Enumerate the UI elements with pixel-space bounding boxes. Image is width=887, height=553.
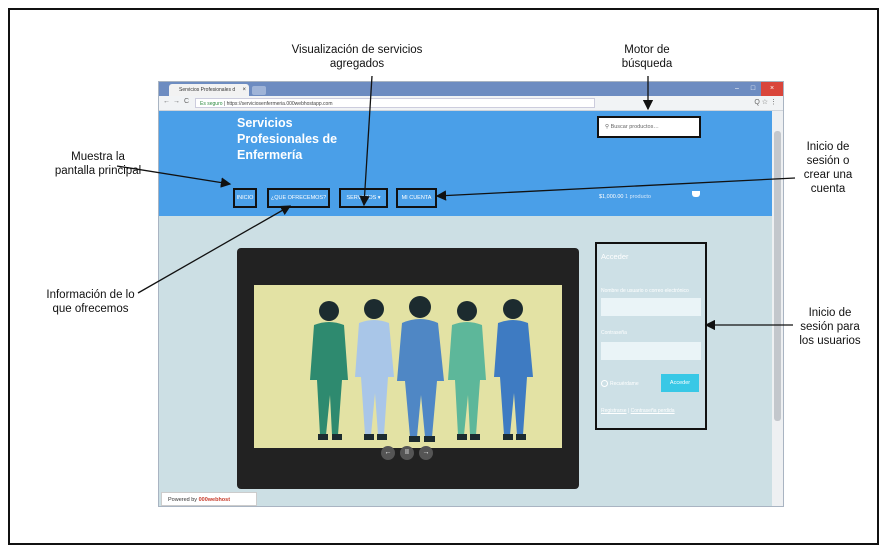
reload-icon[interactable]: C bbox=[184, 98, 189, 105]
menu-inicio[interactable]: INICIO bbox=[233, 188, 257, 208]
image-slider: ← II → bbox=[237, 248, 579, 489]
username-input[interactable] bbox=[601, 298, 701, 316]
annotation-usuarios: Inicio de sesión para los usuarios bbox=[799, 307, 861, 347]
browser-window: Servicios Profesionales d × – □ × ← → C E… bbox=[158, 81, 784, 507]
login-button[interactable]: Acceder bbox=[661, 374, 699, 392]
remember-checkbox[interactable]: Recuérdame bbox=[601, 380, 639, 387]
cart-total: $1,000.00 bbox=[599, 194, 624, 200]
back-icon[interactable]: ← bbox=[163, 98, 170, 105]
browser-tools[interactable]: Q ☆ ⋮ bbox=[754, 98, 777, 106]
annotation-principal: Muestra la pantalla principal bbox=[54, 151, 142, 177]
browser-tab[interactable]: Servicios Profesionales d × bbox=[169, 84, 249, 96]
url-input[interactable]: Es seguro | https://serviciosenfermeria.… bbox=[195, 98, 595, 108]
menu-servicios[interactable]: SERVICIOS ▾ bbox=[339, 188, 388, 208]
nurse-1 bbox=[310, 301, 348, 440]
close-window-icon[interactable]: × bbox=[761, 82, 783, 96]
nurses-slide-image bbox=[254, 285, 562, 448]
nurse-3 bbox=[397, 296, 444, 442]
password-input[interactable] bbox=[601, 342, 701, 360]
cart-items: 1 producto bbox=[625, 194, 651, 200]
tab-title: Servicios Profesionales d bbox=[179, 87, 236, 93]
nurses-illustration bbox=[310, 296, 533, 442]
host-name: 000webhost bbox=[198, 497, 231, 503]
menu-cuenta[interactable]: MI CUENTA bbox=[396, 188, 437, 208]
maximize-icon[interactable]: □ bbox=[745, 82, 761, 96]
scrollbar[interactable] bbox=[772, 111, 783, 506]
next-arrow-icon[interactable]: → bbox=[419, 446, 433, 460]
annotation-informacion: Información de lo que ofrecemos bbox=[46, 289, 135, 315]
remember-label: Recuérdame bbox=[610, 380, 639, 387]
register-link[interactable]: Registrarse bbox=[601, 408, 627, 414]
address-bar: ← → C Es seguro | https://serviciosenfer… bbox=[159, 96, 783, 111]
menu-ofrecemos[interactable]: ¿QUE OFRECEMOS? bbox=[267, 188, 330, 208]
slider-controls: ← II → bbox=[381, 446, 433, 460]
lost-password-link[interactable]: Contraseña perdida bbox=[631, 408, 675, 414]
annotation-inicio-sesion: Inicio de sesión o crear una cuenta bbox=[803, 141, 853, 195]
tab-bar: Servicios Profesionales d × – □ × bbox=[159, 82, 783, 96]
nurse-4 bbox=[448, 301, 486, 440]
url-text: https://serviciosenfermeria.000webhostap… bbox=[226, 101, 333, 107]
basket-icon[interactable] bbox=[692, 191, 700, 197]
nurse-5 bbox=[494, 299, 533, 440]
annotation-motor: Motor de búsqueda bbox=[621, 44, 673, 70]
new-tab-button[interactable] bbox=[252, 86, 266, 95]
scrollbar-thumb[interactable] bbox=[774, 131, 781, 421]
site-header: Servicios Profesionales de Enfermería ⚲ … bbox=[159, 111, 773, 216]
prev-arrow-icon[interactable]: ← bbox=[381, 446, 395, 460]
password-label: Contraseña bbox=[601, 330, 627, 336]
login-links: Registrarse | Contraseña perdida bbox=[601, 408, 675, 414]
cart-summary[interactable]: $1,000.00 1 producto bbox=[599, 194, 651, 200]
username-label: Nombre de usuario o correo electrónico bbox=[601, 288, 689, 294]
radio-icon bbox=[601, 380, 608, 387]
powered-by-text: Powered by bbox=[168, 497, 198, 503]
annotation-visualizacion: Visualización de servicios agregados bbox=[291, 44, 423, 70]
pause-icon[interactable]: II bbox=[400, 446, 414, 460]
nurse-2 bbox=[355, 299, 394, 440]
site-title[interactable]: Servicios Profesionales de Enfermería bbox=[237, 115, 357, 163]
powered-by-badge[interactable]: Powered by 000webhost bbox=[161, 492, 257, 506]
search-input[interactable]: ⚲ Buscar productos… bbox=[597, 116, 701, 138]
forward-icon[interactable]: → bbox=[173, 98, 180, 105]
minimize-icon[interactable]: – bbox=[729, 82, 745, 96]
search-placeholder: Buscar productos… bbox=[610, 124, 659, 130]
login-title: Acceder bbox=[601, 252, 629, 261]
login-panel: Acceder Nombre de usuario o correo elect… bbox=[595, 242, 707, 430]
window-controls: – □ × bbox=[729, 82, 783, 96]
tab-close-icon[interactable]: × bbox=[242, 84, 246, 96]
secure-label: Es seguro bbox=[200, 101, 223, 107]
